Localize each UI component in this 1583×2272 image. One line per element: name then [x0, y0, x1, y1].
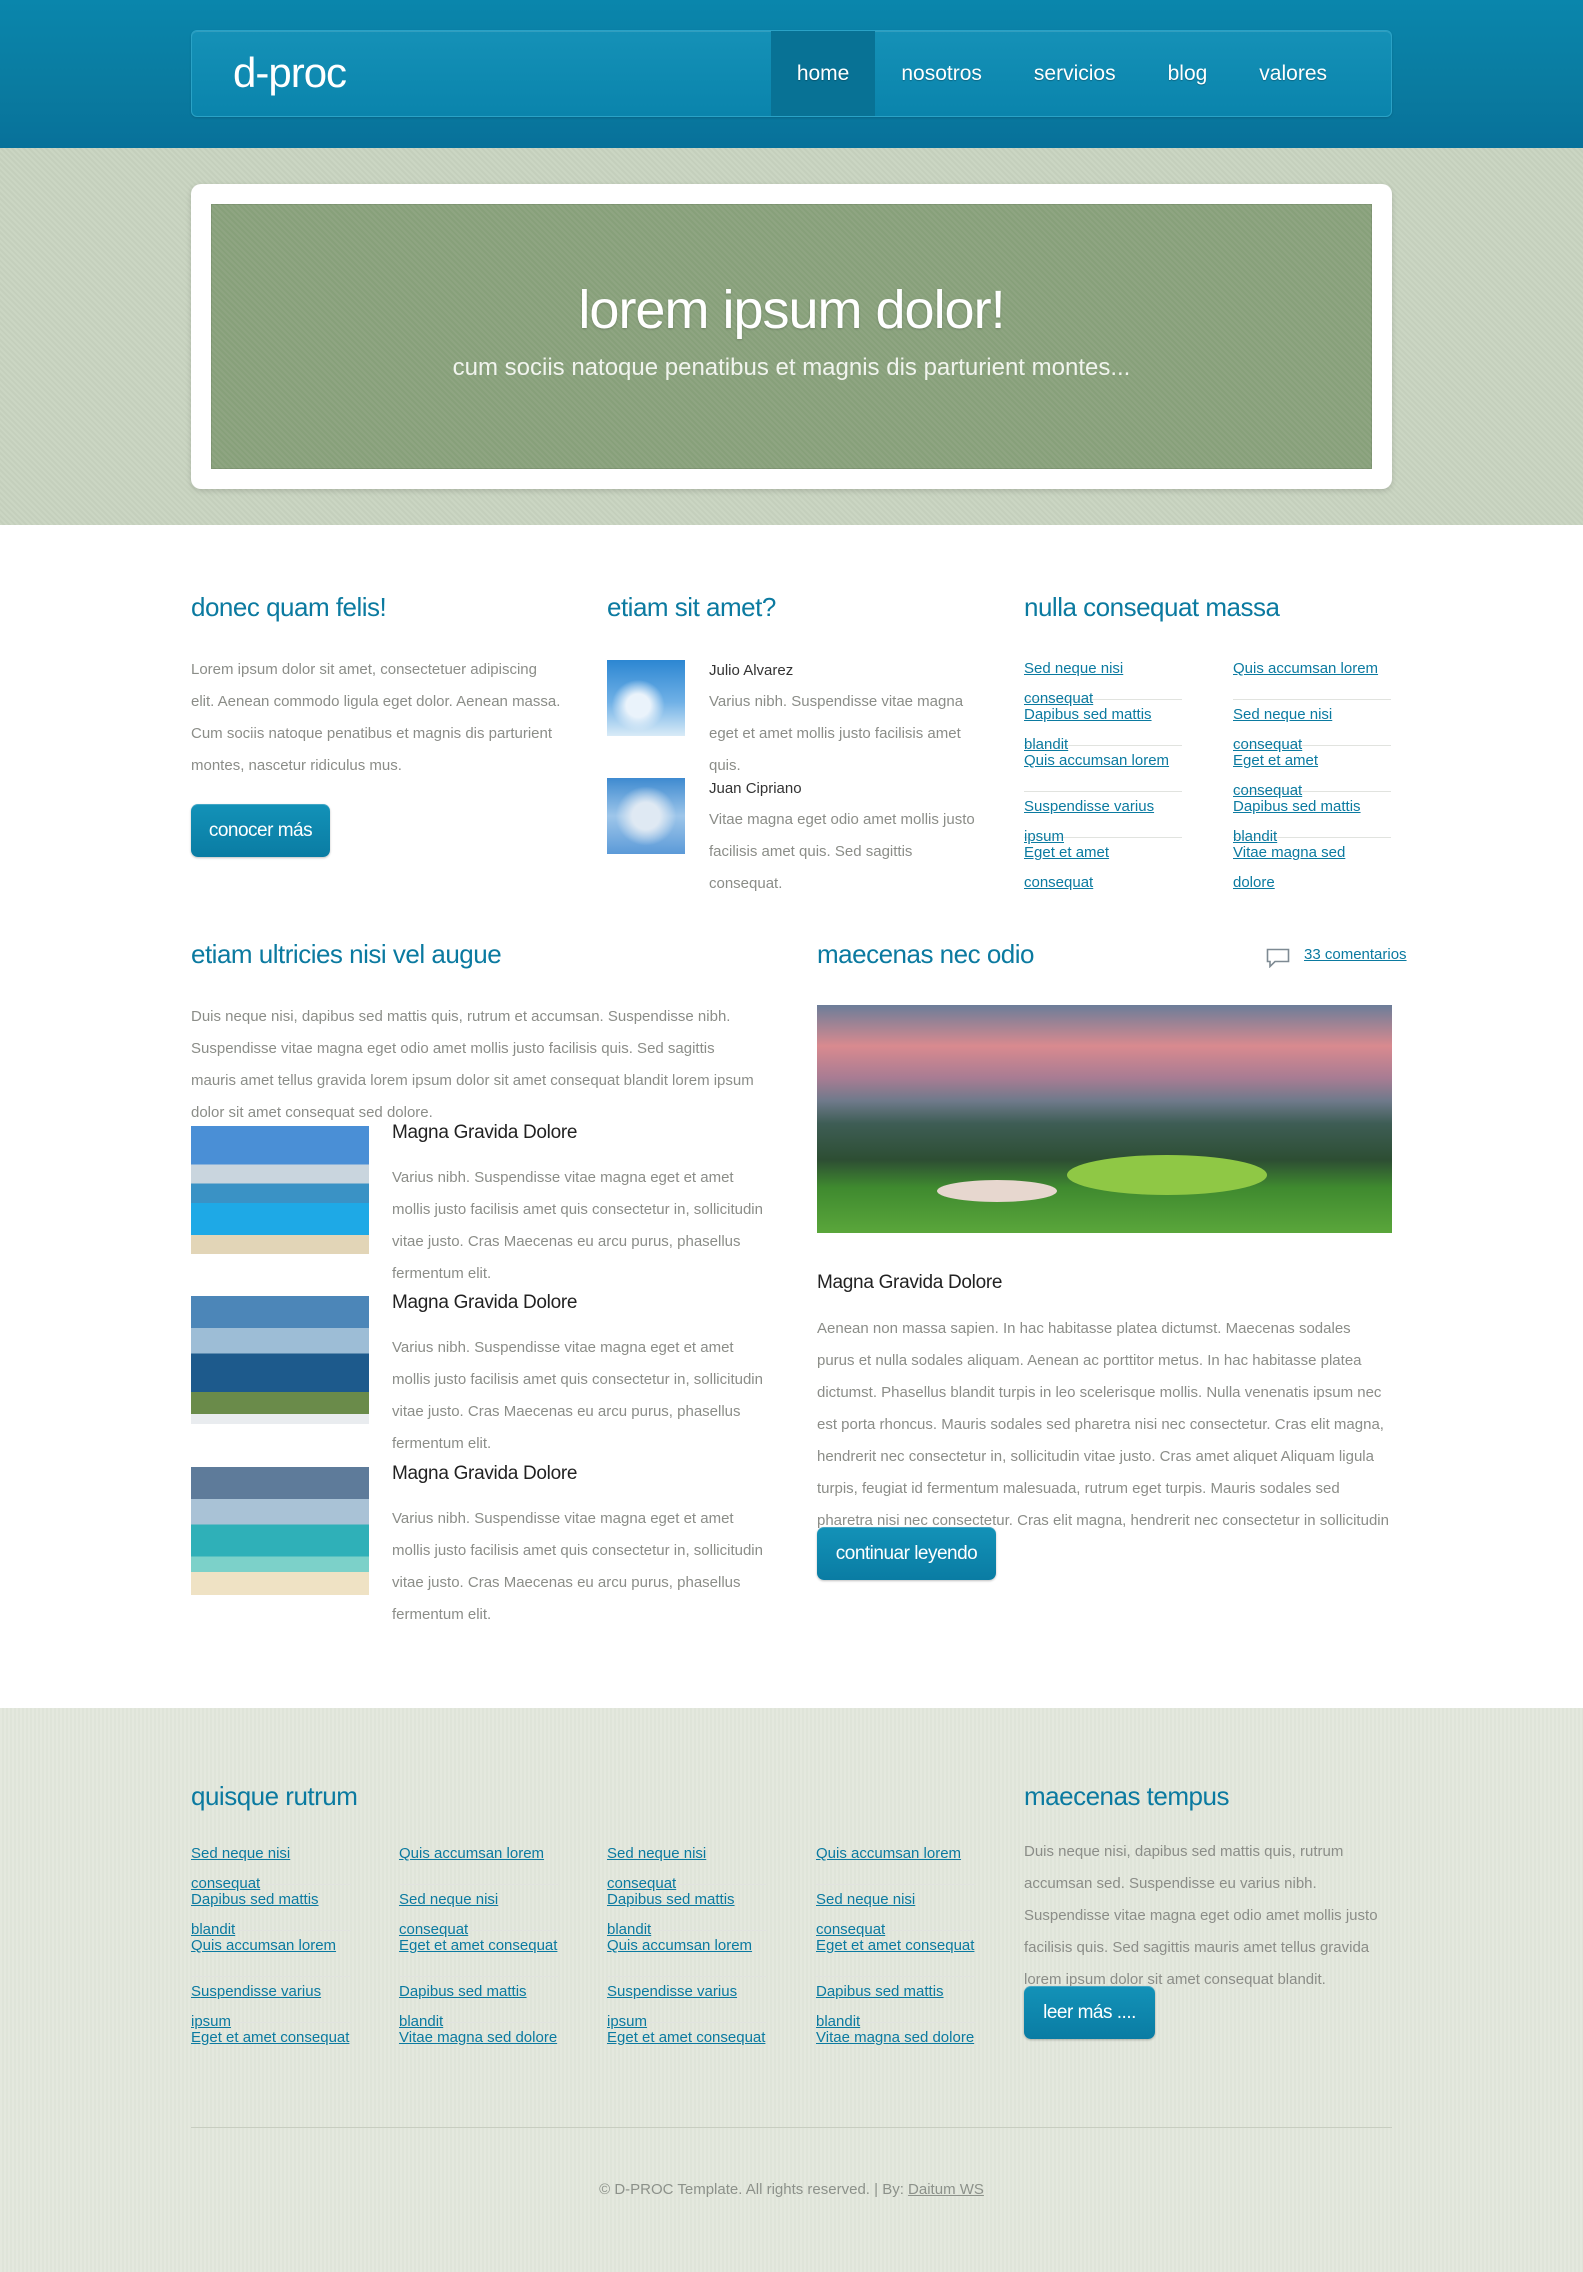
person-text: Varius nibh. Suspendisse vitae magna ege… — [709, 693, 964, 774]
person-text: Vitae magna eget odio amet mollis justo … — [709, 811, 975, 892]
item-text: Varius nibh. Suspendisse vitae magna ege… — [392, 1169, 763, 1282]
item-title: Magna Gravida Dolore — [392, 1292, 578, 1313]
list-link[interactable]: Vitae magna sed dolore — [1233, 838, 1391, 898]
comment-icon — [1266, 948, 1290, 968]
left-section-title: etiam ultricies nisi vel augue — [191, 939, 502, 969]
col2-title: etiam sit amet? — [607, 592, 776, 622]
item-title: Magna Gravida Dolore — [392, 1463, 578, 1484]
footer-divider — [191, 2127, 1392, 2128]
list-link[interactable]: Quis accumsan lorem — [1233, 654, 1391, 684]
item-text: Varius nibh. Suspendisse vitae magna ege… — [392, 1339, 763, 1452]
hero-title: lorem ipsum dolor! — [578, 280, 1005, 340]
photo-green — [1067, 1155, 1267, 1195]
pool-photo — [191, 1126, 369, 1254]
col3-links-left: Sed neque nisi consequat Dapibus sed mat… — [1024, 654, 1182, 891]
footer-link[interactable]: Quis accumsan lorem — [191, 1931, 351, 1961]
footer-title-left: quisque rutrum — [191, 1781, 358, 1811]
post-title: Magna Gravida Dolore — [817, 1272, 1003, 1293]
menu-item-valores[interactable]: valores — [1233, 31, 1391, 116]
footer-link[interactable]: Quis accumsan lorem — [816, 1839, 976, 1869]
footer-text-right: Duis neque nisi, dapibus sed mattis quis… — [1024, 1843, 1378, 1988]
footer-links-col2: Quis accumsan lorem Sed neque nisi conse… — [399, 1839, 559, 2069]
person-name: Juan Cipriano — [709, 780, 802, 797]
col1-title: donec quam felis! — [191, 592, 387, 622]
site-logo[interactable]: d-proc — [233, 49, 347, 97]
person-name: Julio Alvarez — [709, 662, 794, 679]
continuar-leyendo-button[interactable]: continuar leyendo — [817, 1527, 996, 1580]
copyright-text: © D-PROC Template. All rights reserved. … — [599, 2181, 904, 2198]
menu-item-nosotros[interactable]: nosotros — [875, 31, 1008, 116]
menu-item-servicios[interactable]: servicios — [1008, 31, 1142, 116]
comments-link[interactable]: 33 comentarios — [1304, 946, 1407, 963]
menu-item-home[interactable]: home — [770, 31, 876, 116]
main-menu: home nosotros servicios blog valores — [770, 31, 1391, 116]
list-link[interactable]: Quis accumsan lorem — [1024, 746, 1182, 776]
footer-link[interactable]: Eget et amet consequat — [191, 2023, 351, 2053]
testimonial-item: Juan Cipriano Vitae magna eget odio amet… — [607, 778, 977, 892]
list-link[interactable]: Eget et amet consequat — [1024, 838, 1182, 898]
menu-item-blog[interactable]: blog — [1142, 31, 1234, 116]
avatar — [607, 778, 685, 854]
footer-links-col4: Quis accumsan lorem Sed neque nisi conse… — [816, 1839, 976, 2069]
testimonial-item: Julio Alvarez Varius nibh. Suspendisse v… — [607, 660, 977, 774]
hero-frame: lorem ipsum dolor! cum sociis natoque pe… — [191, 184, 1392, 489]
footer-links-col1: Sed neque nisi consequat Dapibus sed mat… — [191, 1839, 351, 2069]
header-bar: d-proc home nosotros servicios blog valo… — [0, 0, 1583, 148]
footer-link[interactable]: Eget et amet consequat — [607, 2023, 767, 2053]
col1-text: Lorem ipsum dolor sit amet, consectetuer… — [191, 661, 561, 774]
coast-photo — [191, 1296, 369, 1424]
golf-course-photo — [817, 1005, 1392, 1233]
footer-link[interactable]: Vitae magna sed dolore — [816, 2023, 976, 2053]
copyright: © D-PROC Template. All rights reserved. … — [0, 2181, 1583, 2198]
hero-subtitle: cum sociis natoque penatibus et magnis d… — [452, 354, 1131, 381]
conocer-mas-button[interactable]: conocer más — [191, 804, 330, 857]
item-text: Varius nibh. Suspendisse vitae magna ege… — [392, 1510, 763, 1623]
footer-links-col3: Sed neque nisi consequat Dapibus sed mat… — [607, 1839, 767, 2069]
left-section-intro: Duis neque nisi, dapibus sed mattis quis… — [191, 1008, 754, 1121]
footer-link[interactable]: Eget et amet consequat — [399, 1931, 559, 1961]
hero-zone: lorem ipsum dolor! cum sociis natoque pe… — [0, 148, 1583, 525]
col3-links-right: Quis accumsan lorem Sed neque nisi conse… — [1233, 654, 1391, 891]
item-title: Magna Gravida Dolore — [392, 1122, 578, 1143]
leer-mas-button[interactable]: leer más .... — [1024, 1986, 1155, 2039]
credit-link[interactable]: Daitum WS — [908, 2181, 984, 2198]
beach-photo — [191, 1467, 369, 1595]
avatar — [607, 660, 685, 736]
nav-box: d-proc home nosotros servicios blog valo… — [191, 30, 1392, 117]
right-section-title: maecenas nec odio — [817, 939, 1034, 969]
photo-sand — [937, 1180, 1057, 1202]
footer-link[interactable]: Quis accumsan lorem — [607, 1931, 767, 1961]
footer-link[interactable]: Eget et amet consequat — [816, 1931, 976, 1961]
hero-banner: lorem ipsum dolor! cum sociis natoque pe… — [211, 204, 1372, 469]
footer-link[interactable]: Vitae magna sed dolore — [399, 2023, 559, 2053]
col3-title: nulla consequat massa — [1024, 592, 1280, 622]
footer-title-right: maecenas tempus — [1024, 1781, 1229, 1811]
footer-link[interactable]: Quis accumsan lorem — [399, 1839, 559, 1869]
